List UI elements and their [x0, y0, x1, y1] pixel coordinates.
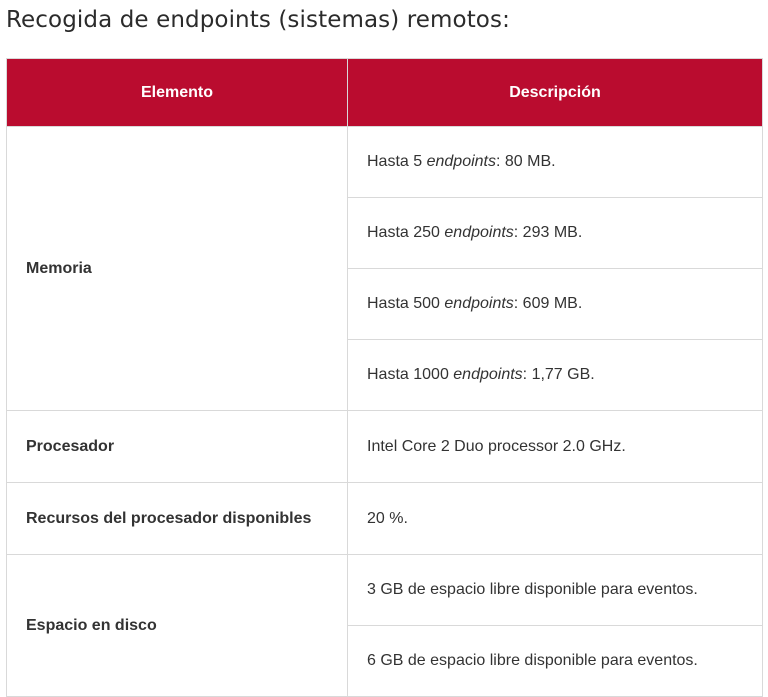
memory-value-emphasis: endpoints: [444, 224, 514, 241]
memory-value-cell: Hasta 250 endpoints: 293 MB.: [347, 197, 763, 269]
processor-resources-value: 20 %.: [347, 482, 763, 555]
memory-value-prefix: Hasta 1000: [367, 366, 454, 383]
row-label-recursos: Recursos del procesador disponibles: [6, 482, 348, 555]
memory-value-suffix: : 1,77 GB.: [522, 366, 595, 383]
memory-value-prefix: Hasta 5: [367, 153, 427, 170]
memory-value-emphasis: endpoints: [444, 295, 514, 312]
memory-value-emphasis: endpoints: [426, 153, 496, 170]
row-label-procesador: Procesador: [6, 410, 348, 483]
disk-value: 3 GB de espacio libre disponible para ev…: [347, 554, 763, 626]
table-header-row: Elemento Descripción: [6, 58, 763, 127]
row-label-memoria: Memoria: [6, 126, 348, 411]
memory-value-suffix: : 293 MB.: [513, 224, 583, 241]
memory-value-cell: Hasta 500 endpoints: 609 MB.: [347, 268, 763, 340]
disk-value: 6 GB de espacio libre disponible para ev…: [347, 625, 763, 697]
table-row: Espacio en disco 3 GB de espacio libre d…: [6, 554, 763, 697]
page-title: Recogida de endpoints (sistemas) remotos…: [6, 7, 510, 33]
memory-value-emphasis: endpoints: [453, 366, 523, 383]
requirements-table: Elemento Descripción Memoria Hasta 5 end…: [6, 58, 763, 697]
table-row: Memoria Hasta 5 endpoints: 80 MB.: [6, 126, 763, 411]
memory-value-prefix: Hasta 500: [367, 295, 445, 312]
table-row: Recursos del procesador disponibles 20 %…: [6, 482, 763, 555]
memory-value-prefix: Hasta 250: [367, 224, 445, 241]
memory-value-suffix: : 609 MB.: [513, 295, 583, 312]
column-header-elemento: Elemento: [6, 58, 348, 127]
memory-value-suffix: : 80 MB.: [495, 153, 556, 170]
column-header-descripcion: Descripción: [347, 58, 763, 127]
processor-value: Intel Core 2 Duo processor 2.0 GHz.: [347, 410, 763, 483]
table-row: Procesador Intel Core 2 Duo processor 2.…: [6, 410, 763, 483]
row-label-disco: Espacio en disco: [6, 554, 348, 697]
memory-value-cell: Hasta 5 endpoints: 80 MB.: [347, 126, 763, 198]
memory-value-cell: Hasta 1000 endpoints: 1,77 GB.: [347, 339, 763, 411]
